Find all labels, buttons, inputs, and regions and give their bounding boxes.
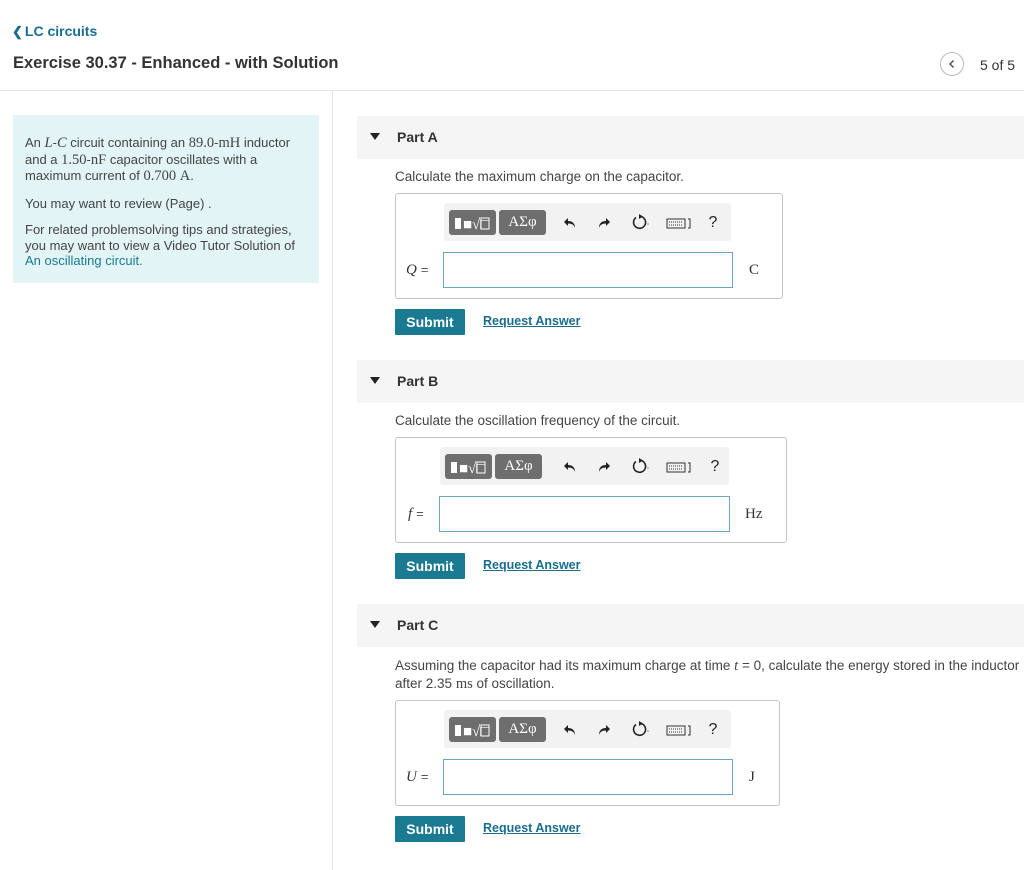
collapse-triangle-icon: [370, 377, 380, 384]
part-b-header[interactable]: Part B: [357, 360, 1024, 403]
templates-button[interactable]: ■√□: [449, 210, 496, 235]
part-c-header[interactable]: Part C: [357, 604, 1024, 647]
page-title: Exercise 30.37 - Enhanced - with Solutio…: [13, 54, 339, 72]
templates-icon: ■√□: [450, 461, 485, 477]
review-text: You may want to review (Page) .: [25, 195, 212, 211]
chevron-left-icon: ❮: [12, 24, 23, 39]
reset-icon: [632, 458, 649, 474]
greek-symbols-button[interactable]: ΑΣφ: [495, 454, 542, 479]
help-button[interactable]: ?: [706, 213, 720, 233]
column-divider: [332, 91, 333, 870]
answer-variable-label: U =: [406, 769, 429, 785]
undo-button[interactable]: [562, 213, 578, 233]
part-c-label: Part C: [397, 617, 439, 633]
svg-text:■√□: ■√□: [463, 217, 489, 233]
part-a-label: Part A: [397, 129, 438, 145]
undo-icon: [564, 462, 575, 472]
previous-item-button[interactable]: [940, 52, 964, 76]
templates-button[interactable]: ■√□: [449, 717, 496, 742]
redo-icon: [599, 218, 610, 228]
pager-count: 5 of 5: [980, 57, 1016, 73]
templates-icon: ■√□: [454, 724, 489, 740]
greek-symbols-button[interactable]: ΑΣφ: [499, 717, 546, 742]
answer-unit: J: [749, 769, 755, 785]
undo-button[interactable]: [562, 457, 578, 477]
redo-button[interactable]: [596, 457, 612, 477]
part-b-question: Calculate the oscillation frequency of t…: [395, 413, 681, 428]
reset-button[interactable]: [630, 720, 650, 740]
redo-button[interactable]: [596, 720, 612, 740]
redo-button[interactable]: [596, 213, 612, 233]
collapse-triangle-icon: [370, 133, 380, 140]
svg-text:■√□: ■√□: [463, 724, 489, 740]
help-button[interactable]: ?: [708, 457, 722, 477]
part-a-header[interactable]: Part A: [357, 116, 1024, 159]
problem-text: An L-C circuit containing an 89.0-mH ind…: [25, 135, 291, 184]
answer-variable-label: f =: [408, 506, 424, 522]
part-b-request-answer-link[interactable]: Request Answer: [483, 558, 580, 572]
keyboard-icon: [666, 462, 691, 473]
keyboard-icon: [666, 218, 691, 229]
back-link-label: LC circuits: [24, 23, 98, 39]
part-b-answer-input[interactable]: [439, 496, 730, 532]
problem-statement: An L-C circuit containing an 89.0-mH ind…: [13, 115, 319, 283]
part-c-request-answer-link[interactable]: Request Answer: [483, 821, 580, 835]
reset-icon: [632, 721, 649, 737]
part-b-answer-box: ■√□ ΑΣφ ? f = Hz: [395, 437, 787, 543]
answer-unit: C: [749, 262, 760, 278]
related-text: For related problemsolving tips and stra…: [25, 222, 296, 253]
part-a-answer-box: ■√□ ΑΣφ ? Q = C: [395, 193, 783, 299]
answer-variable-label: Q =: [406, 262, 429, 278]
templates-icon: ■√□: [454, 217, 489, 233]
help-button[interactable]: ?: [706, 720, 720, 740]
part-a-answer-input[interactable]: [443, 252, 733, 288]
answer-unit: Hz: [745, 506, 763, 522]
undo-icon: [564, 218, 575, 228]
part-c-answer-input[interactable]: [443, 759, 733, 795]
redo-icon: [599, 462, 610, 472]
keyboard-button[interactable]: [666, 213, 694, 233]
back-link-lc-circuits[interactable]: ❮ LC circuits: [12, 23, 97, 40]
svg-text:■√□: ■√□: [459, 461, 485, 477]
math-toolbar: ■√□ ΑΣφ ?: [444, 203, 731, 241]
keyboard-button[interactable]: [666, 457, 694, 477]
header-divider: [0, 90, 1024, 91]
part-a-submit-button[interactable]: Submit: [395, 309, 465, 335]
part-c-question: Assuming the capacitor had its maximum c…: [395, 658, 1020, 692]
undo-icon: [564, 725, 575, 735]
undo-button[interactable]: [562, 720, 578, 740]
reset-button[interactable]: [630, 457, 650, 477]
part-c-answer-box: ■√□ ΑΣφ ? U = J: [395, 700, 780, 806]
part-c-submit-button[interactable]: Submit: [395, 816, 465, 842]
reset-icon: [632, 214, 649, 230]
part-b-label: Part B: [397, 373, 439, 389]
reset-button[interactable]: [630, 213, 650, 233]
video-tutor-link[interactable]: An oscillating circuit.: [25, 253, 143, 268]
templates-button[interactable]: ■√□: [445, 454, 492, 479]
math-toolbar: ■√□ ΑΣφ ?: [444, 710, 731, 748]
part-b-submit-button[interactable]: Submit: [395, 553, 465, 579]
collapse-triangle-icon: [370, 621, 380, 628]
keyboard-button[interactable]: [666, 720, 694, 740]
keyboard-icon: [666, 725, 691, 736]
greek-symbols-button[interactable]: ΑΣφ: [499, 210, 546, 235]
math-toolbar: ■√□ ΑΣφ ?: [440, 447, 729, 485]
part-a-request-answer-link[interactable]: Request Answer: [483, 314, 580, 328]
chevron-left-icon: [949, 60, 954, 68]
redo-icon: [599, 725, 610, 735]
part-a-question: Calculate the maximum charge on the capa…: [395, 169, 684, 184]
